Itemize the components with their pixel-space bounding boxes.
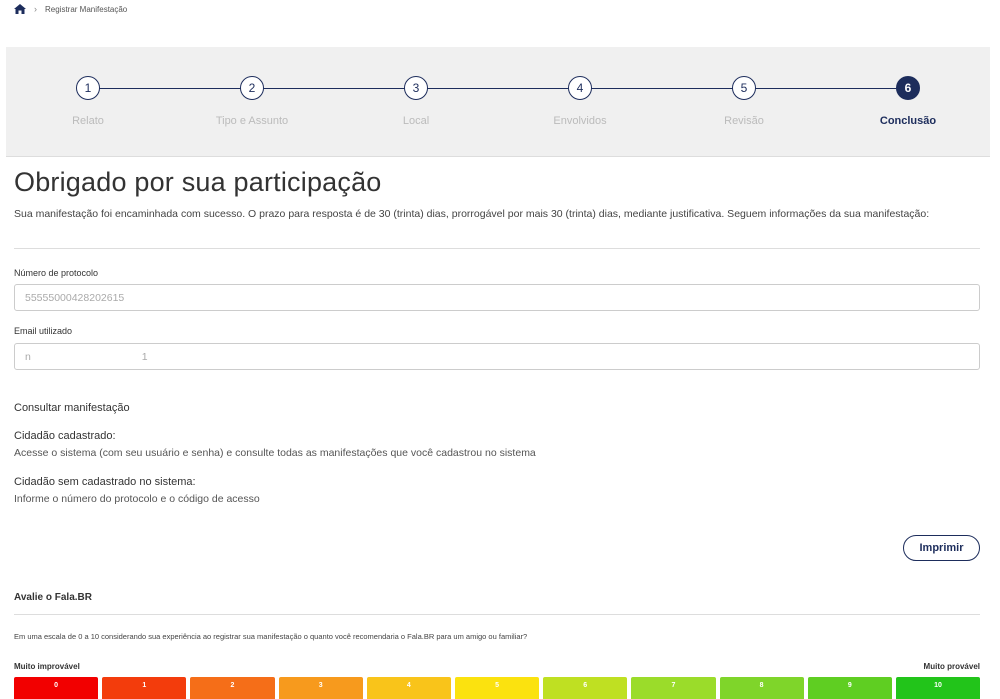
rating-option-7[interactable]: 7 (631, 677, 716, 699)
unregistered-title: Cidadão sem cadastrado no sistema: (14, 476, 196, 488)
rating-option-0[interactable]: 0 (14, 677, 99, 699)
protocol-label: Número de protocolo (14, 268, 99, 278)
rating-option-9[interactable]: 9 (807, 677, 892, 699)
rating-option-2[interactable]: 2 (190, 677, 275, 699)
breadcrumb-current: Registrar Manifestação (45, 4, 128, 14)
protocol-field[interactable] (14, 284, 980, 311)
rating-option-8[interactable]: 8 (719, 677, 804, 699)
step-label: Tipo e Assunto (215, 115, 289, 127)
email-field[interactable] (14, 343, 980, 370)
step-number: 1 (76, 76, 100, 100)
rating-question: Em uma escala de 0 a 10 considerando sua… (14, 632, 528, 641)
step-label: Revisão (724, 115, 764, 127)
registered-title: Cidadão cadastrado: (14, 430, 116, 442)
step-local: 3 Local (346, 76, 486, 127)
rating-option-5[interactable]: 5 (454, 677, 540, 699)
divider (14, 614, 980, 615)
step-label: Envolvidos (553, 115, 607, 127)
scale-low-label: Muito improvável (14, 662, 80, 671)
rating-option-3[interactable]: 3 (278, 677, 363, 699)
step-relato: 1 Relato (18, 76, 158, 127)
unregistered-text: Informe o número do protocolo e o código… (14, 493, 260, 505)
step-conclusao: 6 Conclusão (838, 76, 978, 127)
rating-option-6[interactable]: 6 (543, 677, 628, 699)
progress-stepper: 1 Relato 2 Tipo e Assunto 3 Local 4 Envo… (6, 47, 990, 157)
rating-option-4[interactable]: 4 (366, 677, 451, 699)
step-label: Relato (72, 115, 104, 127)
consult-title: Consultar manifestação (14, 402, 130, 414)
step-number-active: 6 (896, 76, 920, 100)
registered-text: Acesse o sistema (com seu usuário e senh… (14, 447, 536, 459)
rating-option-1[interactable]: 1 (102, 677, 187, 699)
page-title: Obrigado por sua participação (14, 167, 382, 197)
step-number: 4 (568, 76, 592, 100)
step-number: 5 (732, 76, 756, 100)
step-label-active: Conclusão (879, 115, 937, 127)
rating-scale: 0 1 2 3 4 5 6 7 8 9 10 (14, 677, 981, 699)
chevron-right-icon: › (34, 4, 37, 14)
rating-title: Avalie o Fala.BR (14, 592, 92, 603)
intro-text: Sua manifestação foi encaminhada com suc… (14, 208, 930, 220)
step-label: Local (402, 115, 430, 127)
step-revisao: 5 Revisão (674, 76, 814, 127)
home-icon[interactable] (14, 4, 26, 14)
step-number: 3 (404, 76, 428, 100)
step-envolvidos: 4 Envolvidos (510, 76, 650, 127)
email-label: Email utilizado (14, 326, 73, 336)
divider (14, 248, 980, 249)
print-button[interactable]: Imprimir (903, 535, 980, 561)
step-tipo-assunto: 2 Tipo e Assunto (182, 76, 322, 127)
rating-option-10[interactable]: 10 (895, 677, 981, 699)
breadcrumb: › Registrar Manifestação (14, 2, 127, 16)
step-number: 2 (240, 76, 264, 100)
scale-high-label: Muito provável (923, 662, 980, 671)
